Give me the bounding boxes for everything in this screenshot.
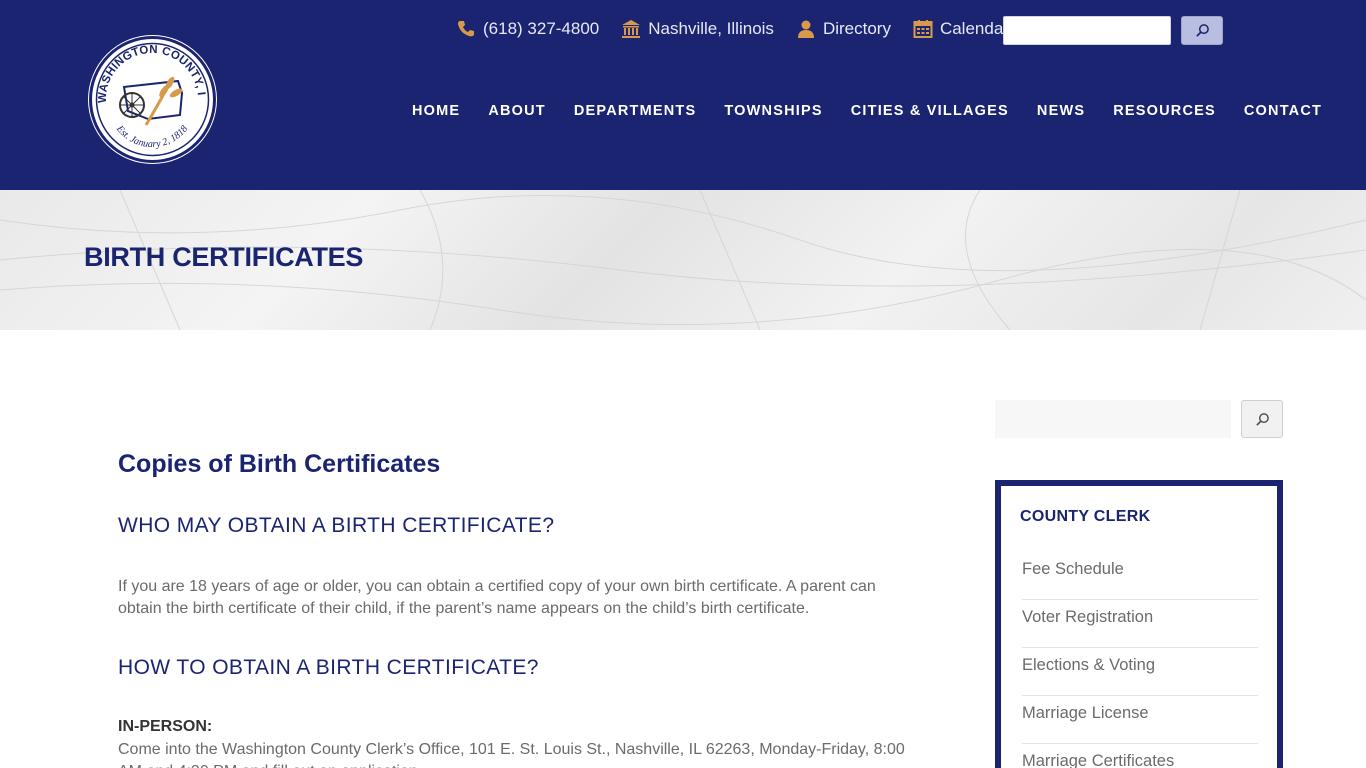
content-heading: Copies of Birth Certificates bbox=[118, 450, 441, 478]
sidebar-title: COUNTY CLERK bbox=[1020, 508, 1151, 525]
main-nav: HOME ABOUT DEPARTMENTS TOWNSHIPS CITIES … bbox=[412, 103, 1322, 119]
seal-icon: WASHINGTON COUNTY, IL Est. January 2, 18… bbox=[88, 35, 216, 163]
sidebar-search-button[interactable] bbox=[1241, 400, 1283, 438]
nav-cities-villages[interactable]: CITIES & VILLAGES bbox=[851, 103, 1009, 119]
nav-home[interactable]: HOME bbox=[412, 103, 460, 119]
calendar-link[interactable]: Calendar bbox=[913, 19, 1009, 39]
page-banner: BIRTH CERTIFICATES bbox=[0, 190, 1366, 330]
phone-link[interactable]: (618) 327-4800 bbox=[456, 19, 599, 39]
sidebar-search-input[interactable] bbox=[995, 400, 1231, 438]
search-icon bbox=[1195, 24, 1209, 37]
sidebar-menu: Fee Schedule Voter Registration Election… bbox=[1022, 552, 1258, 768]
phone-icon bbox=[456, 19, 476, 39]
nav-townships[interactable]: TOWNSHIPS bbox=[724, 103, 822, 119]
nav-departments[interactable]: DEPARTMENTS bbox=[574, 103, 697, 119]
sidebar-item-fee-schedule[interactable]: Fee Schedule bbox=[1022, 552, 1258, 600]
header-search-button[interactable] bbox=[1181, 16, 1223, 45]
location-label: Nashville, Illinois bbox=[648, 19, 774, 38]
phone-label: (618) 327-4800 bbox=[483, 19, 600, 38]
section-heading-how: HOW TO OBTAIN A BIRTH CERTIFICATE? bbox=[118, 656, 539, 679]
site-header: WASHINGTON COUNTY, IL Est. January 2, 18… bbox=[0, 0, 1366, 190]
sidebar-item-marriage-certificates[interactable]: Marriage Certificates bbox=[1022, 744, 1258, 768]
sidebar-menu-box: COUNTY CLERK Fee Schedule Voter Registra… bbox=[995, 480, 1283, 768]
location-link[interactable]: Nashville, Illinois bbox=[621, 19, 774, 39]
directory-link[interactable]: Directory bbox=[796, 19, 891, 39]
courthouse-icon bbox=[621, 19, 641, 39]
nav-about[interactable]: ABOUT bbox=[488, 103, 546, 119]
nav-resources[interactable]: RESOURCES bbox=[1113, 103, 1216, 119]
nav-contact[interactable]: CONTACT bbox=[1244, 103, 1322, 119]
directory-label: Directory bbox=[822, 19, 891, 38]
section-text-who: If you are 18 years of age or older, you… bbox=[118, 578, 876, 617]
inperson-text: Come into the Washington County Clerk’s … bbox=[118, 741, 905, 768]
section-heading-who: WHO MAY OBTAIN A BIRTH CERTIFICATE? bbox=[118, 514, 555, 537]
sidebar-item-marriage-license[interactable]: Marriage License bbox=[1022, 696, 1258, 744]
nav-news[interactable]: NEWS bbox=[1037, 103, 1085, 119]
sidebar-item-elections-voting[interactable]: Elections & Voting bbox=[1022, 648, 1258, 696]
header-search-input[interactable] bbox=[1003, 16, 1171, 45]
inperson-label: IN-PERSON: bbox=[118, 718, 213, 735]
page-title: BIRTH CERTIFICATES bbox=[84, 242, 364, 272]
calendar-icon bbox=[913, 19, 933, 39]
county-seal-logo[interactable]: WASHINGTON COUNTY, IL Est. January 2, 18… bbox=[88, 35, 217, 164]
sidebar-item-voter-registration[interactable]: Voter Registration bbox=[1022, 600, 1258, 648]
person-icon bbox=[796, 19, 816, 39]
calendar-label: Calendar bbox=[939, 19, 1009, 38]
search-icon bbox=[1255, 412, 1269, 426]
utility-bar: (618) 327-4800 Nashville, Illinois Direc… bbox=[456, 14, 1031, 44]
